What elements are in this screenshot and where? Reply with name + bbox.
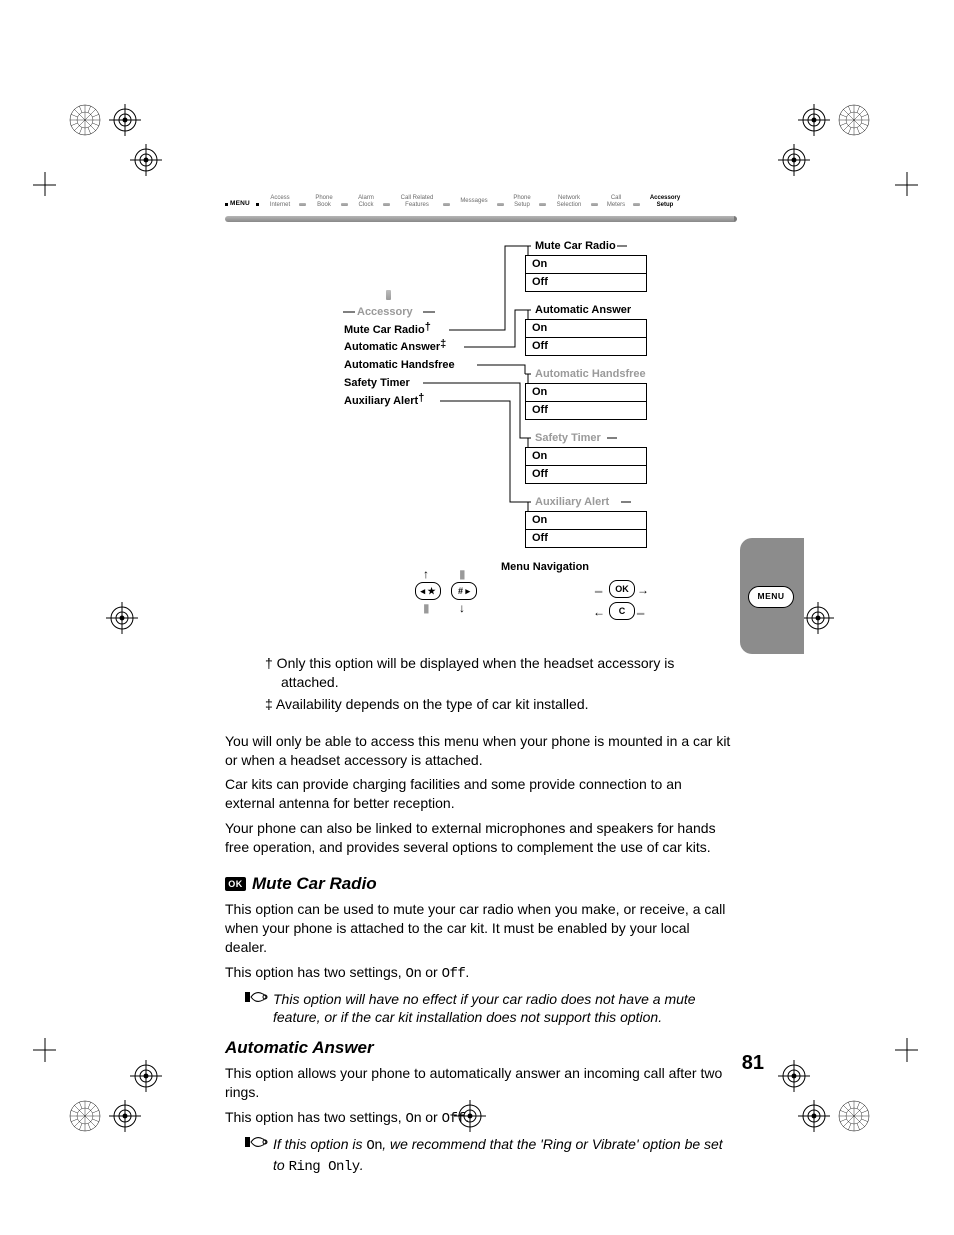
auto-note: If this option is On, we recommend that … [225,1135,735,1177]
tree-item-safety-timer: Safety Timer [344,376,410,391]
mute-note: This option will have no effect if your … [225,990,735,1028]
submenu-title-aux-alert: Auxiliary Alert [535,495,609,510]
submenu-title-auto-handsfree: Automatic Handsfree [535,367,646,382]
submenu-title-safety-timer: Safety Timer [535,431,601,446]
c-key-icon: C [609,602,635,620]
menu-tree-diagram: Accessory Mute Car Radio† Automatic Answ… [225,190,735,600]
note-icon [245,990,273,1009]
side-tab-label: MENU [748,586,794,608]
mute-para-1: This option can be used to mute your car… [225,900,735,957]
mute-para-2: This option has two settings, On or Off. [225,963,735,984]
auto-para-2: This option has two settings, On or Off. [225,1108,735,1129]
tree-item-auto-handsfree: Automatic Handsfree [344,358,455,373]
tree-root: Accessory [357,305,413,320]
star-key-icon: ◂ ★ [415,582,441,600]
intro-para-2: Car kits can provide charging facilities… [225,775,735,813]
tree-item-aux-alert: Auxiliary Alert† [344,394,424,409]
submenu-title-auto-answer: Automatic Answer [535,303,631,318]
auto-para-1: This option allows your phone to automat… [225,1064,735,1102]
tree-item-auto-answer: Automatic Answer‡ [344,340,446,355]
footnote-double-dagger: ‡ Availability depends on the type of ca… [265,695,735,714]
intro-para-3: Your phone can also be linked to externa… [225,819,735,857]
ok-key-icon: OK [609,580,635,598]
section-heading-auto-answer: Automatic Answer [225,1037,735,1060]
note-icon [245,1135,273,1154]
tree-item-mute: Mute Car Radio† [344,323,431,338]
section-heading-mute: OK Mute Car Radio [225,873,735,896]
submenu-title-mute: Mute Car Radio [535,239,616,254]
ok-badge-icon: OK [225,877,246,891]
side-tab: MENU [740,538,804,654]
footnotes: † Only this option will be displayed whe… [225,654,735,714]
intro-para-1: You will only be able to access this men… [225,732,735,770]
page-number: 81 [742,1050,764,1077]
footnote-dagger: † Only this option will be displayed whe… [265,654,735,692]
hash-key-icon: # ▸ [451,582,477,600]
